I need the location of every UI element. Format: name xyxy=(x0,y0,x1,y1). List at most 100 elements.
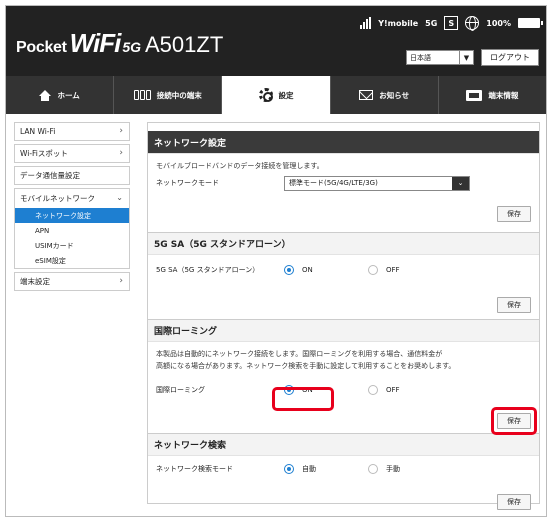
header-bar: Pocket WiFi 5G A501ZT Y!mobile 5G S 100%… xyxy=(6,6,546,76)
sidebar-item-data-settings[interactable]: データ通信量設定 xyxy=(14,166,130,185)
sidebar-item-label: LAN Wi-Fi xyxy=(20,127,56,136)
tab-notifications-label: お知らせ xyxy=(379,90,410,100)
settings-sidebar: LAN Wi-Fi › Wi-Fiスポット › データ通信量設定 モバイルネット… xyxy=(14,122,130,294)
sidebar-item-mobile-network[interactable]: モバイルネットワーク ⌄ xyxy=(15,189,129,208)
chevron-right-icon: › xyxy=(119,148,123,158)
logo-5g-text: 5G xyxy=(122,39,141,55)
roaming-off-radio[interactable]: OFF xyxy=(368,385,452,395)
router-admin-window: Pocket WiFi 5G A501ZT Y!mobile 5G S 100%… xyxy=(5,5,547,517)
section-header-5g-sa: 5G SA（5G スタンドアローン） xyxy=(148,232,539,255)
signal-strength-icon xyxy=(360,17,372,29)
globe-icon xyxy=(465,16,480,31)
sidebar-subitem-apn[interactable]: APN xyxy=(15,223,129,238)
radio-label: OFF xyxy=(386,266,400,274)
save-button-network-search[interactable]: 保存 xyxy=(497,494,531,510)
5g-sa-label: 5G SA（5G スタンドアローン） xyxy=(156,266,260,274)
gear-icon xyxy=(258,88,273,102)
5g-sa-on-radio[interactable]: ON xyxy=(284,265,368,275)
5g-sa-radio-group: ON OFF xyxy=(284,265,452,275)
network-settings-panel: ネットワーク設定 モバイルブロードバンドのデータ接続を管理します。 ネットワーク… xyxy=(147,122,540,510)
logout-button[interactable]: ログアウト xyxy=(481,49,539,66)
5g-sa-row: 5G SA（5G スタンドアローン） ON OFF xyxy=(156,259,531,281)
radio-label: OFF xyxy=(386,386,400,394)
battery-icon xyxy=(518,18,543,28)
network-mode-row: ネットワークモード 標準モード(5G/4G/LTE/3G) ⌄ xyxy=(156,172,531,194)
tab-home[interactable]: ホーム xyxy=(6,76,115,114)
logo-wifi-text: WiFi xyxy=(69,28,122,58)
save-button-5g-sa[interactable]: 保存 xyxy=(497,297,531,313)
network-search-manual-radio[interactable]: 手動 xyxy=(368,464,452,474)
logo-pocket-text: Pocket xyxy=(16,39,67,56)
network-mode-select[interactable]: 標準モード(5G/4G/LTE/3G) ⌄ xyxy=(284,175,470,191)
mail-icon xyxy=(359,90,374,100)
roaming-label: 国際ローミング xyxy=(156,386,205,394)
language-value: 日本語 xyxy=(410,53,431,62)
sidebar-subitem-usim[interactable]: USIMカード xyxy=(15,238,129,253)
device-info-icon xyxy=(466,89,483,101)
sidebar-subitem-esim[interactable]: eSIM設定 xyxy=(15,253,129,268)
5g-sa-off-radio[interactable]: OFF xyxy=(368,265,452,275)
radio-unselected-icon xyxy=(368,464,378,474)
tab-connected-devices-label: 接続中の端末 xyxy=(156,90,202,100)
section-header-network-search: ネットワーク検索 xyxy=(148,433,539,456)
tab-connected-devices[interactable]: 接続中の端末 xyxy=(114,76,223,114)
sidebar-item-label: Wi-Fiスポット xyxy=(20,149,68,158)
sidebar-subitem-network-settings[interactable]: ネットワーク設定 xyxy=(15,208,129,223)
model-name: A501ZT xyxy=(145,32,224,57)
save-button-network-mode[interactable]: 保存 xyxy=(497,206,531,222)
radio-unselected-icon xyxy=(368,265,378,275)
sidebar-item-label: モバイルネットワーク xyxy=(20,194,95,203)
network-search-row: ネットワーク検索モード 自動 手動 xyxy=(156,458,531,480)
network-search-radio-group: 自動 手動 xyxy=(284,464,452,474)
tab-settings-label: 設定 xyxy=(278,90,294,100)
radio-label: ON xyxy=(302,266,313,274)
roaming-description-line: 高額になる場合があります。ネットワーク検索を手動に設定して利用することをお奨めし… xyxy=(156,362,456,370)
radio-selected-icon xyxy=(284,464,294,474)
tab-settings[interactable]: 設定 xyxy=(222,76,331,114)
network-search-auto-radio[interactable]: 自動 xyxy=(284,464,368,474)
network-mode-label: ネットワークモード xyxy=(156,179,219,187)
chevron-down-icon: ⌄ xyxy=(116,193,123,202)
sidebar-item-lan-wifi[interactable]: LAN Wi-Fi › xyxy=(14,122,130,141)
roaming-row: 国際ローミング ON OFF xyxy=(156,379,531,401)
sidebar-item-label: データ通信量設定 xyxy=(20,171,80,180)
language-select[interactable]: 日本語 ▼ xyxy=(406,50,474,65)
section-header-network-settings: ネットワーク設定 xyxy=(148,131,539,154)
home-icon xyxy=(39,89,52,101)
tab-device-info[interactable]: 端末情報 xyxy=(439,76,546,114)
sidebar-item-label: 端末設定 xyxy=(20,277,50,286)
tab-home-label: ホーム xyxy=(57,90,80,100)
main-nav: ホーム 接続中の端末 設定 お知らせ 端末情報 xyxy=(6,76,546,114)
network-settings-description: モバイルブロードバンドのデータ接続を管理します。 xyxy=(156,162,324,170)
sim-icon: S xyxy=(444,16,459,30)
roaming-on-highlight xyxy=(272,387,334,411)
network-search-label: ネットワーク検索モード xyxy=(156,465,233,473)
section-5g-sa: 5G SA（5G スタンドアローン） ON OFF 保存 xyxy=(148,259,539,319)
roaming-description: 本製品は自動的にネットワーク接続をします。国際ローミングを利用する場合、通信料金… xyxy=(156,342,531,372)
devices-icon xyxy=(133,90,151,100)
section-network-search: ネットワーク検索モード 自動 手動 保存 xyxy=(148,458,539,516)
network-type: 5G xyxy=(425,18,438,28)
pocket-wifi-logo: Pocket WiFi 5G A501ZT xyxy=(16,28,223,59)
chevron-right-icon: › xyxy=(119,126,123,136)
radio-selected-icon xyxy=(284,265,294,275)
chevron-down-icon: ▼ xyxy=(459,51,473,64)
section-header-roaming: 国際ローミング xyxy=(148,319,539,342)
save-roaming-highlight xyxy=(491,407,537,435)
battery-percent: 100% xyxy=(486,18,511,28)
chevron-right-icon: › xyxy=(119,276,123,286)
radio-label: 手動 xyxy=(386,465,400,473)
sidebar-group-mobile-network: モバイルネットワーク ⌄ ネットワーク設定 APN USIMカード eSIM設定 xyxy=(14,188,130,269)
tab-device-info-label: 端末情報 xyxy=(488,90,519,100)
carrier-name: Y!mobile xyxy=(378,18,419,28)
roaming-description-line: 本製品は自動的にネットワーク接続をします。国際ローミングを利用する場合、通信料金… xyxy=(156,350,443,358)
section-network-settings: モバイルブロードバンドのデータ接続を管理します。 ネットワークモード 標準モード… xyxy=(148,154,539,232)
radio-label: 自動 xyxy=(302,465,316,473)
sidebar-item-device-settings[interactable]: 端末設定 › xyxy=(14,272,130,291)
chevron-down-icon: ⌄ xyxy=(452,176,469,190)
network-mode-value: 標準モード(5G/4G/LTE/3G) xyxy=(289,179,378,187)
sidebar-item-wifi-spot[interactable]: Wi-Fiスポット › xyxy=(14,144,130,163)
section-roaming: 本製品は自動的にネットワーク接続をします。国際ローミングを利用する場合、通信料金… xyxy=(148,342,539,435)
tab-notifications[interactable]: お知らせ xyxy=(331,76,439,114)
radio-unselected-icon xyxy=(368,385,378,395)
